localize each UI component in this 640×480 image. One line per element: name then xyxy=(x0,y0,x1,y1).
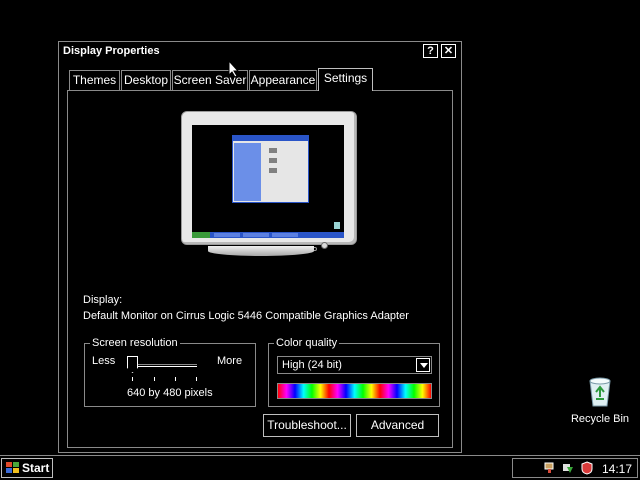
slider-less-label: Less xyxy=(92,355,116,367)
desktop: Display Properties ? ✕ Themes Desktop Sc… xyxy=(0,0,640,455)
color-quality-group: Color quality High (24 bit) xyxy=(268,337,440,407)
screen-resolution-legend: Screen resolution xyxy=(90,337,180,349)
color-quality-value: High (24 bit) xyxy=(282,359,342,371)
start-button[interactable]: Start xyxy=(1,458,53,478)
troubleshoot-button[interactable]: Troubleshoot... xyxy=(263,414,351,437)
taskbar: Start 14:17 xyxy=(0,455,640,480)
start-label: Start xyxy=(22,461,50,475)
mini-recycle-icon xyxy=(334,222,340,229)
slider-tick xyxy=(196,377,197,381)
tab-settings[interactable]: Settings xyxy=(318,68,373,91)
display-label: Display: xyxy=(83,294,123,306)
mini-taskbar xyxy=(192,232,344,238)
chevron-down-icon xyxy=(420,363,428,368)
monitor-screen xyxy=(192,125,344,238)
slider-tick xyxy=(175,377,176,381)
help-button[interactable]: ? xyxy=(423,44,438,58)
mouse-cursor-icon xyxy=(228,60,240,78)
mini-window-preview xyxy=(232,135,309,203)
monitor-stand xyxy=(208,246,314,256)
settings-panel: Display: Default Monitor on Cirrus Logic… xyxy=(67,90,453,448)
resolution-value: 640 by 480 pixels xyxy=(127,387,213,399)
title-bar[interactable]: Display Properties ? ✕ xyxy=(59,42,461,62)
close-button[interactable]: ✕ xyxy=(441,44,456,58)
resolution-slider-thumb[interactable] xyxy=(127,356,138,373)
dialog-title: Display Properties xyxy=(63,45,160,57)
recycle-bin[interactable]: Recycle Bin xyxy=(570,375,630,430)
slider-tick xyxy=(132,377,133,381)
dropdown-button[interactable] xyxy=(416,358,430,372)
clock: 14:17 xyxy=(602,462,633,476)
system-tray: 14:17 xyxy=(512,458,638,478)
security-shield-icon[interactable] xyxy=(580,461,594,475)
slider-more-label: More xyxy=(217,355,243,367)
display-properties-dialog: Display Properties ? ✕ Themes Desktop Sc… xyxy=(58,41,462,453)
windows-logo-icon xyxy=(6,462,19,473)
recycle-bin-icon xyxy=(589,377,611,407)
slider-tick xyxy=(154,377,155,381)
tab-desktop[interactable]: Desktop xyxy=(121,70,171,90)
power-led-icon xyxy=(321,242,328,249)
color-quality-select[interactable]: High (24 bit) xyxy=(277,356,432,374)
monitor-preview xyxy=(181,111,357,251)
tab-themes[interactable]: Themes xyxy=(69,70,120,90)
tab-appearance[interactable]: Appearance xyxy=(249,70,317,90)
color-spectrum-bar xyxy=(277,383,432,399)
update-icon[interactable] xyxy=(561,461,575,475)
color-quality-legend: Color quality xyxy=(274,337,340,349)
screen-resolution-group: Screen resolution Less More 640 by 480 p… xyxy=(84,337,256,407)
advanced-button[interactable]: Advanced xyxy=(356,414,439,437)
display-value: Default Monitor on Cirrus Logic 5446 Com… xyxy=(83,310,409,322)
network-icon[interactable] xyxy=(543,461,557,475)
resolution-slider-track[interactable] xyxy=(131,364,197,367)
recycle-bin-label: Recycle Bin xyxy=(570,413,630,425)
